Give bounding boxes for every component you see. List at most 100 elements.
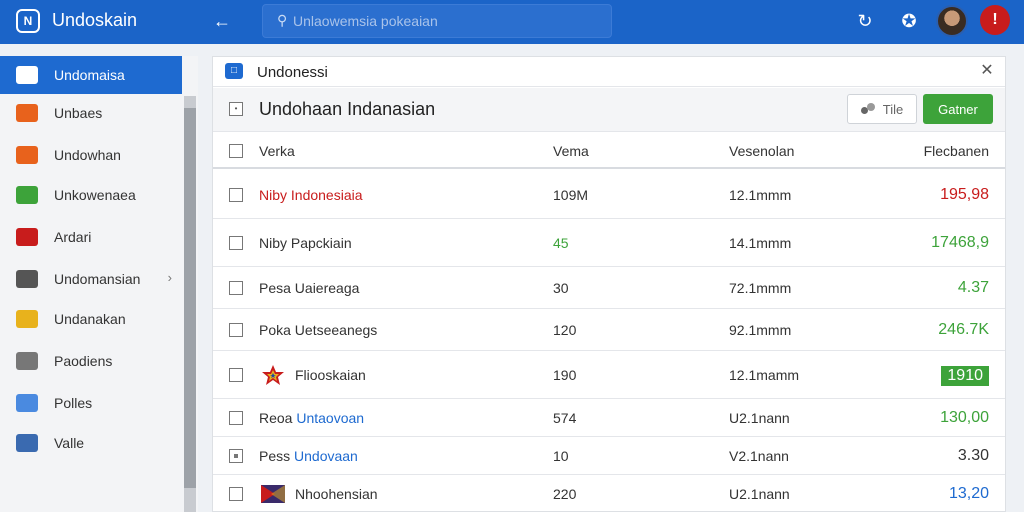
refresh-icon[interactable]: ↻ — [852, 8, 878, 34]
row-vema: 45 — [553, 235, 569, 251]
row-name: Reoa Untaovoan — [259, 410, 364, 426]
card-icon — [16, 66, 38, 84]
avatar[interactable] — [936, 5, 968, 37]
sidebar-item-label: Paodiens — [54, 353, 113, 369]
row-name-prefix: Reoa — [259, 410, 293, 426]
sidebar-item-4[interactable]: Unkowenaea — [0, 176, 182, 214]
table-row[interactable]: Niby Indonesiaia 109M 12.1mmm 195,98 — [213, 171, 1005, 219]
sidebar-item-1[interactable]: Undomaisa — [0, 56, 182, 94]
table-row[interactable]: Pess Undovaan 10 V2.1nann 3.30 — [213, 437, 1005, 475]
sidebar-item-label: Unkowenaea — [54, 187, 136, 203]
row-vema: 574 — [553, 410, 577, 426]
table-row[interactable]: Reoa Untaovoan 574 U2.1nann 130,00 — [213, 399, 1005, 437]
panel-toolbar: • Undohaan Indanasian Tile Gatner — [213, 88, 1005, 132]
row-checkbox[interactable] — [229, 281, 243, 295]
primary-button[interactable]: Gatner — [923, 94, 993, 124]
users-icon — [860, 103, 877, 115]
top-bar: N Undoskain ← ⚲ ↻ ✪ ! — [0, 0, 1024, 44]
row-amount: 13,20 — [949, 485, 989, 503]
sidebar-scrollbar[interactable] — [184, 96, 196, 512]
row-vema: 190 — [553, 367, 577, 383]
network-icon — [16, 434, 38, 452]
sidebar-item-6[interactable]: Undomansian › — [0, 260, 182, 298]
globe-icon — [16, 394, 38, 412]
row-amount-value: 130,00 — [940, 409, 989, 426]
sidebar-item-9[interactable]: Polles — [0, 384, 182, 422]
user-icon — [16, 352, 38, 370]
row-name: Poka Uetseeanegs — [259, 322, 377, 338]
row-vema: 109M — [553, 187, 589, 203]
table-row[interactable]: Fliooskaian 190 12.1mamm 1910 — [213, 351, 1005, 399]
row-checkbox[interactable] — [229, 449, 243, 463]
sidebar-item-5[interactable]: Ardari — [0, 218, 182, 256]
row-name-text[interactable]: Untaovoan — [296, 410, 364, 426]
row-amount-value: 17468,9 — [931, 234, 989, 251]
table-row[interactable]: Niby Papckiain 45 14.1mmm 17468,9 — [213, 219, 1005, 267]
sidebar-item-7[interactable]: Undanakan — [0, 300, 182, 338]
sidebar-item-8[interactable]: Paodiens — [0, 342, 182, 380]
row-vesenolan: 14.1mmm — [729, 235, 792, 251]
close-icon[interactable]: ✕ — [977, 61, 997, 81]
row-name-prefix: Pess — [259, 448, 291, 464]
row-amount-value: 3.30 — [957, 447, 989, 464]
sidebar-item-2[interactable]: Unbaes — [0, 94, 182, 132]
row-name-text: Pesa Uaiereaga — [259, 280, 360, 296]
panel-title: Undonessi — [257, 64, 328, 81]
row-name: Niby Indonesiaia — [259, 187, 363, 203]
row-name-text: Nhoohensian — [295, 486, 378, 502]
row-checkbox[interactable] — [229, 323, 243, 337]
search-icon: ⚲ — [277, 12, 288, 28]
select-all-checkbox[interactable]: • — [229, 102, 243, 116]
row-checkbox[interactable] — [229, 236, 243, 250]
puzzle-icon[interactable]: ✪ — [896, 8, 922, 34]
row-amount: 4.37 — [958, 279, 989, 297]
row-amount: 3.30 — [958, 447, 989, 465]
row-vesenolan: 72.1mmm — [729, 280, 792, 296]
table-row[interactable]: Poka Uetseeanegs 120 92.1mmm 246.7K — [213, 309, 1005, 351]
sidebar-scrollbar-thumb[interactable] — [184, 108, 196, 488]
row-checkbox[interactable] — [229, 188, 243, 202]
search-box[interactable]: ⚲ — [262, 4, 612, 38]
sidebar-item-label: Valle — [54, 435, 85, 451]
main-panel: □ Undonessi ✕ • Undohaan Indanasian Tile… — [212, 56, 1006, 512]
row-vema: 120 — [553, 322, 577, 338]
row-amount: 195,98 — [940, 186, 989, 204]
header-checkbox[interactable] — [229, 144, 243, 158]
column-header-verka[interactable]: Verka — [259, 143, 295, 159]
table-row[interactable]: Pesa Uaiereaga 30 72.1mmm 4.37 — [213, 267, 1005, 309]
row-name-text: Fliooskaian — [295, 367, 366, 383]
chevron-right-icon[interactable]: › — [168, 270, 172, 285]
row-vesenolan: 12.1mamm — [729, 367, 800, 383]
row-amount: 246.7K — [938, 321, 989, 339]
sidebar-item-label: Undomaisa — [54, 67, 125, 83]
sidebar-item-label: Undomansian — [54, 271, 141, 287]
column-header-flecbanen[interactable]: Flecbanen — [924, 143, 989, 159]
row-name-text[interactable]: Undovaan — [294, 448, 358, 464]
row-name: Niby Papckiain — [259, 235, 352, 251]
row-amount: 130,00 — [940, 409, 989, 427]
row-checkbox[interactable] — [229, 368, 243, 382]
sidebar-item-3[interactable]: Undowhan — [0, 136, 182, 174]
sidebar-item-label: Polles — [54, 395, 93, 411]
sidebar-item-label: Undowhan — [54, 147, 121, 163]
column-header-vema[interactable]: Vema — [553, 143, 589, 159]
table-row[interactable]: Nhoohensian 220 U2.1nann 13,20 — [213, 475, 1005, 512]
app-logo-icon[interactable]: N — [16, 9, 40, 33]
file-button[interactable]: Tile — [847, 94, 917, 124]
search-input[interactable] — [293, 11, 593, 31]
row-checkbox[interactable] — [229, 487, 243, 501]
row-vema: 30 — [553, 280, 569, 296]
row-checkbox[interactable] — [229, 411, 243, 425]
triangle-flag-icon — [261, 483, 285, 505]
row-name-text: Niby Papckiain — [259, 235, 352, 251]
column-header-vesenolan[interactable]: Vesenolan — [729, 143, 794, 159]
row-name: Nhoohensian — [295, 486, 378, 502]
star-flag-icon — [261, 364, 285, 386]
sidebar-item-10[interactable]: Valle — [0, 424, 182, 462]
window-icon: □ — [225, 63, 243, 79]
row-vesenolan: U2.1nann — [729, 486, 790, 502]
arrow-left-icon[interactable]: ← — [210, 9, 234, 33]
row-amount: 17468,9 — [931, 234, 989, 252]
app-title: Undoskain — [52, 10, 138, 30]
alert-icon[interactable]: ! — [980, 5, 1010, 35]
